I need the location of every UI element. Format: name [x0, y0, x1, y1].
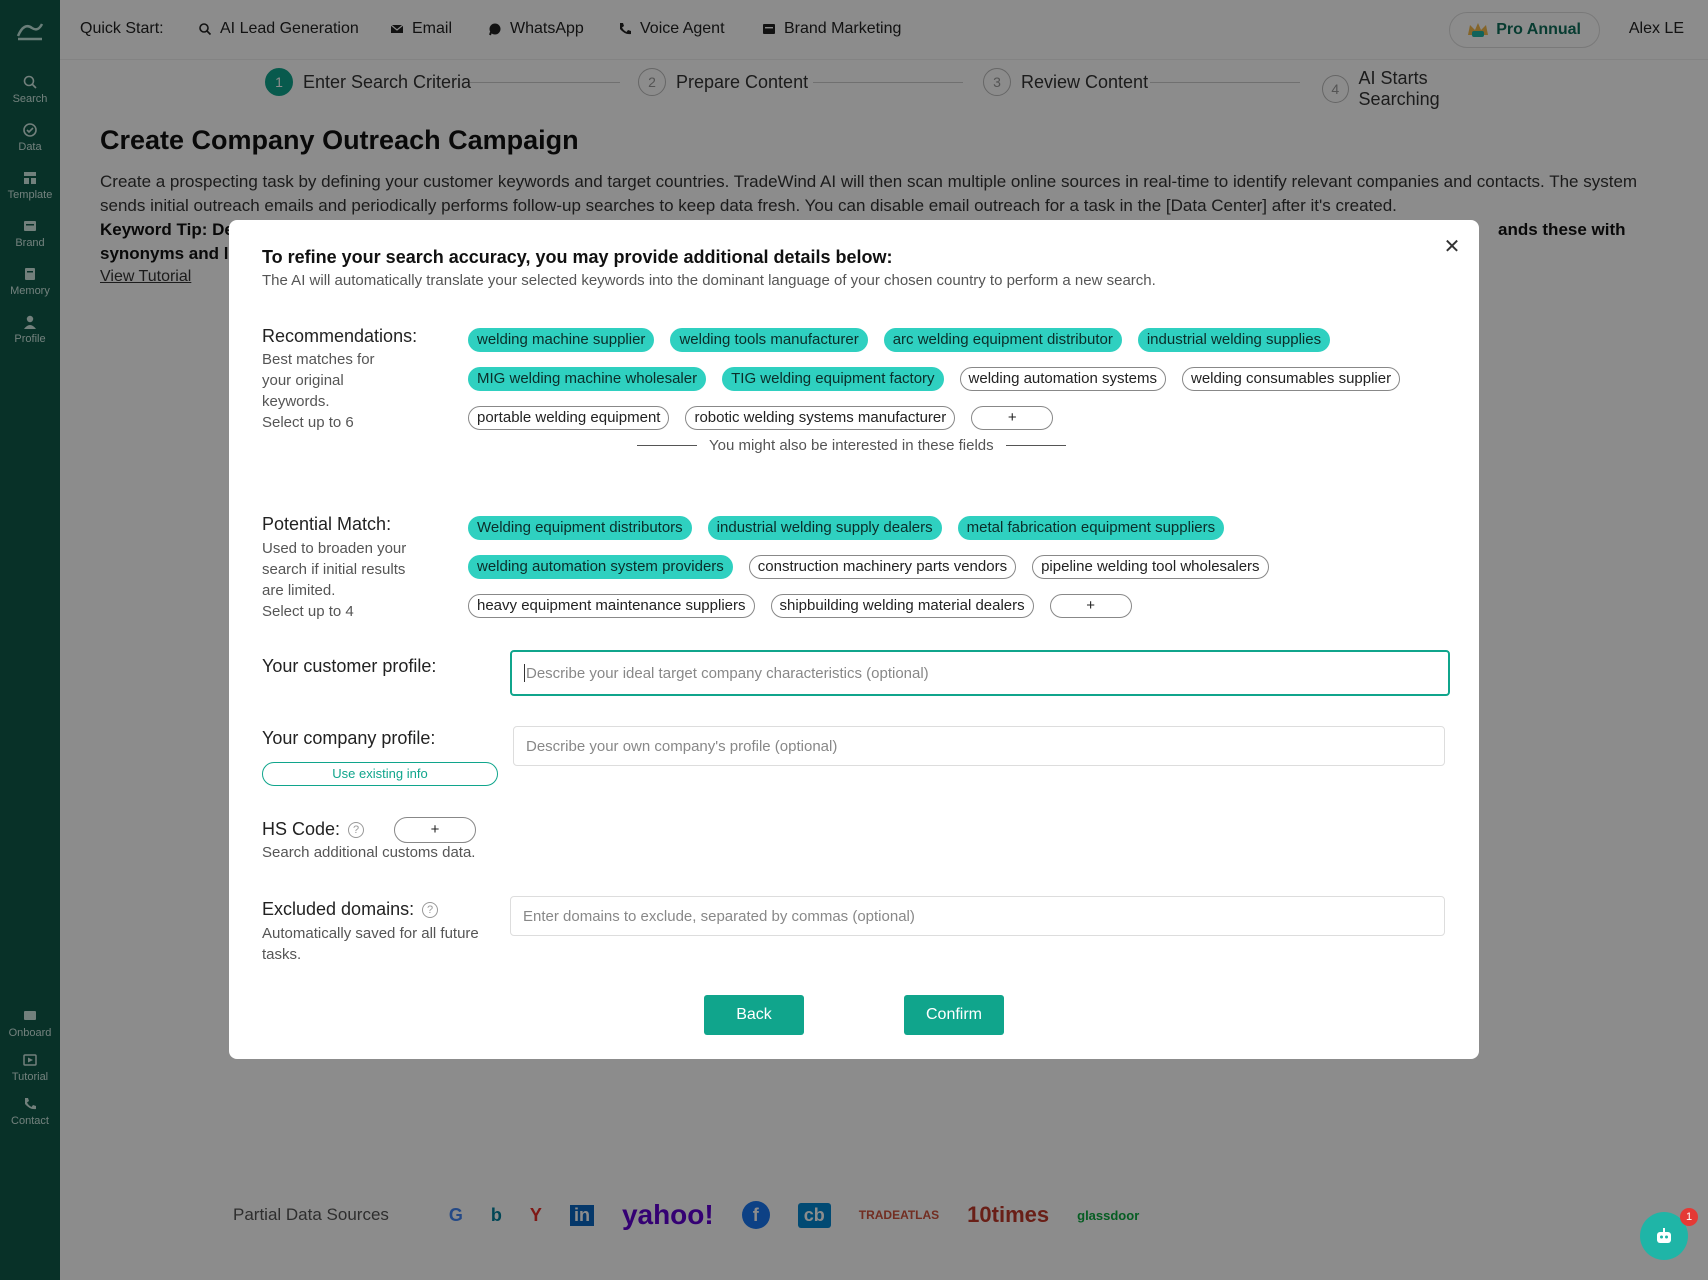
excluded-domains-input[interactable]: Enter domains to exclude, separated by c…	[510, 896, 1445, 936]
note-line: tasks.	[262, 946, 302, 963]
hs-code-label-text: HS Code:	[262, 819, 341, 839]
tag-row: heavy equipment maintenance suppliers sh…	[468, 594, 1428, 620]
note-line: Automatically saved for all future	[262, 925, 479, 942]
customer-profile-label: Your customer profile:	[262, 656, 437, 676]
keyword-tag[interactable]: MIG welding machine wholesaler	[468, 367, 707, 391]
keyword-tag[interactable]: welding consumables supplier	[1181, 367, 1401, 391]
keyword-tag[interactable]: robotic welding systems manufacturer	[685, 406, 956, 430]
placeholder-text: Enter domains to exclude, separated by c…	[523, 907, 915, 925]
use-existing-info-button[interactable]: Use existing info	[262, 762, 498, 786]
keyword-tag[interactable]: pipeline welding tool wholesalers	[1032, 555, 1269, 579]
note-line: Select up to 4	[262, 603, 354, 620]
tag-row: MIG welding machine wholesaler TIG weldi…	[468, 367, 1428, 393]
recommendation-tags: welding machine supplier welding tools m…	[468, 328, 1428, 445]
company-profile-label: Your company profile:	[262, 728, 436, 748]
divider-line	[637, 445, 697, 446]
note-line: Used to broaden your	[262, 540, 407, 557]
tag-row: welding automation system providers cons…	[468, 555, 1428, 581]
interest-divider: You might also be interested in these fi…	[637, 437, 1073, 454]
recommendations-label: Recommendations:	[262, 326, 418, 346]
modal-subtitle: The AI will automatically translate your…	[262, 272, 1156, 289]
note-line: Select up to 6	[262, 414, 354, 431]
keyword-tag[interactable]: Welding equipment distributors	[468, 516, 692, 540]
back-button[interactable]: Back	[704, 995, 804, 1035]
divider-line	[1005, 445, 1066, 446]
potential-match-label: Potential Match:	[262, 514, 392, 534]
recommendations-note: Best matches for your original keywords.…	[262, 349, 375, 433]
robot-icon	[1657, 1228, 1671, 1243]
placeholder-text: Describe your ideal target company chara…	[526, 664, 929, 682]
chat-notification-badge: 1	[1680, 1208, 1698, 1226]
keyword-tag[interactable]: welding automation systems	[959, 367, 1166, 391]
note-line: search if initial results	[262, 561, 406, 578]
excluded-domains-label-text: Excluded domains:	[262, 899, 415, 919]
excluded-domains-note: Automatically saved for all future tasks…	[262, 923, 479, 965]
text-cursor	[524, 664, 525, 682]
excluded-domains-label: Excluded domains:?	[262, 899, 439, 920]
tag-row: Welding equipment distributors industria…	[468, 516, 1428, 542]
tag-row: welding machine supplier welding tools m…	[468, 328, 1428, 354]
keyword-tag[interactable]: welding machine supplier	[468, 328, 655, 352]
keyword-tag[interactable]: welding automation system providers	[468, 555, 733, 579]
customer-profile-input[interactable]: Describe your ideal target company chara…	[510, 650, 1450, 696]
keyword-tag[interactable]: shipbuilding welding material dealers	[770, 594, 1034, 618]
note-line: are limited.	[262, 582, 336, 599]
keyword-tag[interactable]: industrial welding supply dealers	[707, 516, 942, 540]
refine-search-modal: ✕ To refine your search accuracy, you ma…	[229, 220, 1479, 1059]
add-recommendation-button[interactable]: +	[971, 406, 1054, 430]
add-potential-match-button[interactable]: +	[1049, 594, 1132, 618]
keyword-tag[interactable]: heavy equipment maintenance suppliers	[468, 594, 755, 618]
confirm-button[interactable]: Confirm	[904, 995, 1004, 1035]
hs-code-label: HS Code:?	[262, 819, 365, 840]
close-icon[interactable]: ✕	[1441, 236, 1463, 258]
modal-title: To refine your search accuracy, you may …	[262, 247, 893, 267]
add-hs-code-button[interactable]: +	[394, 817, 476, 843]
placeholder-text: Describe your own company's profile (opt…	[526, 737, 838, 755]
note-line: Best matches for	[262, 351, 375, 368]
help-icon[interactable]: ?	[422, 902, 439, 919]
tag-row: portable welding equipment robotic weldi…	[468, 406, 1428, 432]
keyword-tag[interactable]: construction machinery parts vendors	[748, 555, 1017, 579]
keyword-tag[interactable]: industrial welding supplies	[1137, 328, 1331, 352]
note-line: keywords.	[262, 393, 330, 410]
company-profile-input[interactable]: Describe your own company's profile (opt…	[513, 726, 1445, 766]
keyword-tag[interactable]: TIG welding equipment factory	[722, 367, 944, 391]
keyword-tag[interactable]: portable welding equipment	[468, 406, 670, 430]
keyword-tag[interactable]: arc welding equipment distributor	[883, 328, 1122, 352]
keyword-tag[interactable]: welding tools manufacturer	[670, 328, 868, 352]
note-line: your original	[262, 372, 344, 389]
potential-match-note: Used to broaden your search if initial r…	[262, 538, 406, 622]
keyword-tag[interactable]: metal fabrication equipment suppliers	[957, 516, 1225, 540]
help-icon[interactable]: ?	[348, 822, 365, 839]
hs-code-note: Search additional customs data.	[262, 844, 476, 861]
divider-text: You might also be interested in these fi…	[709, 437, 994, 454]
potential-match-tags: Welding equipment distributors industria…	[468, 516, 1428, 633]
